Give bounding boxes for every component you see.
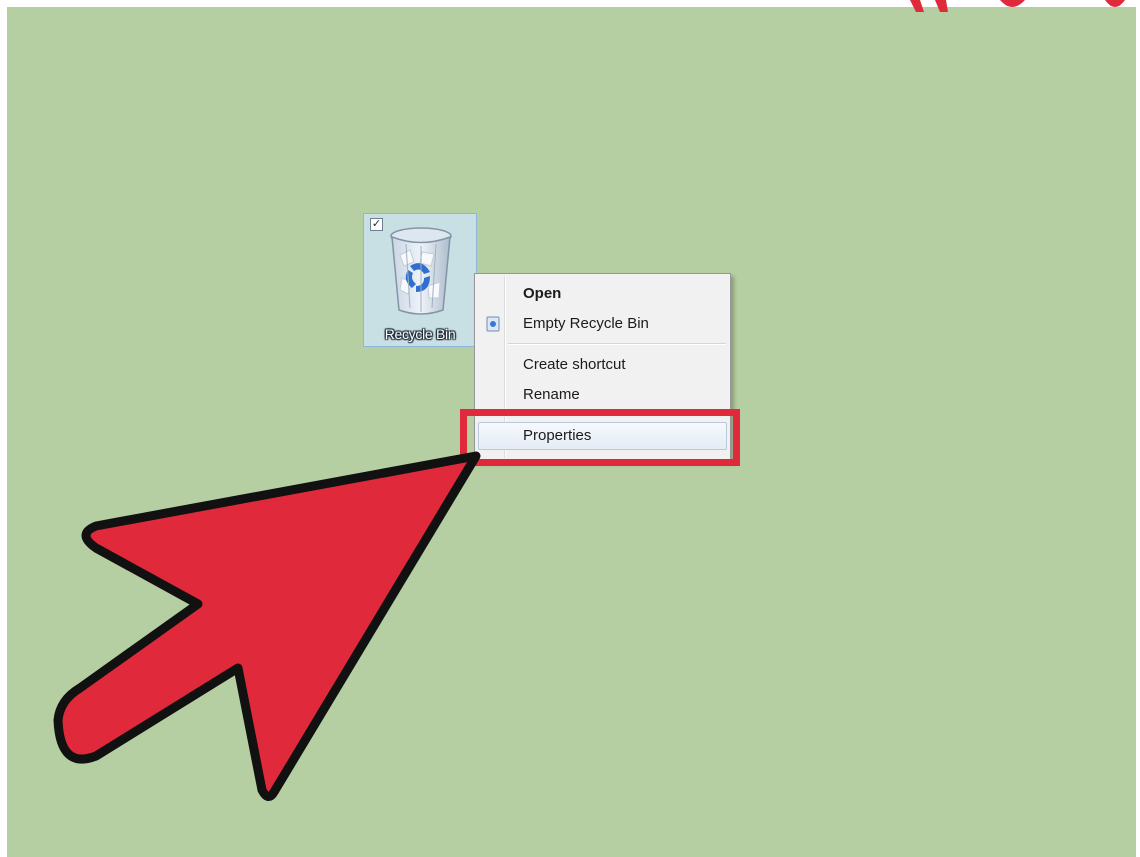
menu-separator (508, 343, 726, 345)
top-decoration (910, 0, 1125, 12)
context-menu: Open Empty Recycle Bin Create shortcut R… (474, 273, 731, 461)
menu-item-properties[interactable]: Properties (478, 422, 727, 450)
recycle-bin-icon (390, 227, 452, 315)
recycle-bin-small-icon (486, 316, 500, 332)
menu-item-create-shortcut[interactable]: Create shortcut (477, 351, 728, 379)
menu-item-open[interactable]: Open (477, 280, 728, 308)
menu-item-label: Open (523, 285, 562, 302)
selection-checkbox[interactable]: ✓ (370, 218, 383, 231)
recycle-bin-label: Recycle Bin (384, 326, 456, 342)
menu-item-label: Empty Recycle Bin (523, 315, 649, 332)
menu-item-label: Create shortcut (523, 356, 626, 373)
menu-item-label: Rename (523, 386, 580, 403)
menu-separator (508, 414, 726, 416)
menu-item-rename[interactable]: Rename (477, 381, 728, 409)
menu-item-empty-recycle-bin[interactable]: Empty Recycle Bin (477, 310, 728, 338)
recycle-bin-desktop-icon[interactable]: ✓ Recycle Bin (363, 213, 477, 347)
menu-item-label: Properties (523, 427, 592, 444)
